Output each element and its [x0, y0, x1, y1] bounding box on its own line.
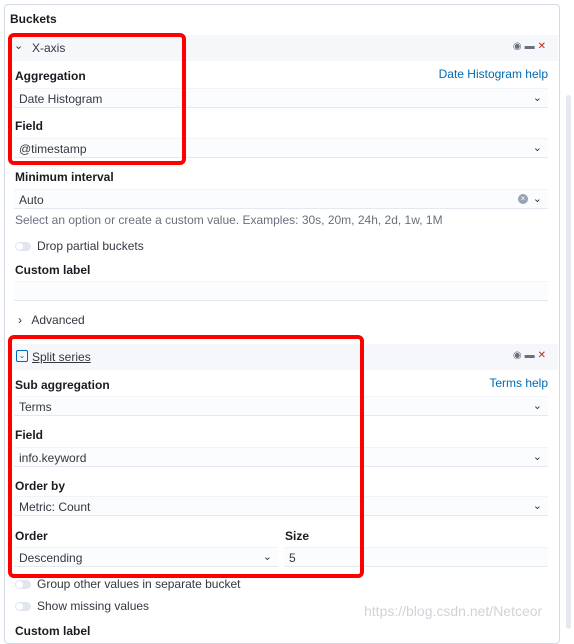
- split-field-label: Field: [15, 428, 44, 442]
- aggregation-value: Date Histogram: [19, 92, 103, 106]
- chevron-down-icon[interactable]: ⌄: [533, 141, 542, 154]
- toggle-switch[interactable]: [15, 601, 31, 611]
- date-histogram-help-link[interactable]: Date Histogram help: [439, 67, 548, 81]
- split-field-value: info.keyword: [19, 451, 87, 465]
- drop-partial-toggle[interactable]: Drop partial buckets: [15, 239, 144, 253]
- order-select[interactable]: Descending ⌄: [14, 547, 278, 567]
- size-input[interactable]: 5: [284, 547, 548, 567]
- chevron-down-icon[interactable]: ⌄: [533, 192, 542, 205]
- toggle-switch[interactable]: [15, 579, 31, 589]
- field-select[interactable]: @timestamp ⌄: [14, 138, 548, 158]
- aggregation-label: Aggregation: [15, 69, 86, 83]
- field-value: @timestamp: [19, 142, 87, 156]
- advanced-label: Advanced: [31, 313, 85, 327]
- drag-handle-icon[interactable]: ▬: [525, 350, 535, 362]
- chevron-down-icon[interactable]: ⌄: [16, 350, 28, 362]
- split-custom-label-label: Custom label: [15, 624, 91, 638]
- size-value[interactable]: 5: [289, 551, 296, 565]
- clear-icon[interactable]: ×: [518, 194, 528, 204]
- minimum-interval-select[interactable]: Auto × ⌄: [14, 189, 548, 209]
- split-series-title[interactable]: Split series: [32, 350, 91, 364]
- minimum-interval-label: Minimum interval: [15, 170, 114, 184]
- order-by-select[interactable]: Metric: Count ⌄: [14, 496, 548, 516]
- order-label: Order: [15, 529, 48, 543]
- close-icon[interactable]: ✕: [538, 350, 546, 362]
- group-other-toggle[interactable]: Group other values in separate bucket: [15, 577, 240, 591]
- interval-hint: Select an option or create a custom valu…: [15, 213, 443, 227]
- order-value: Descending: [19, 551, 83, 565]
- xaxis-title[interactable]: X-axis: [32, 41, 65, 55]
- split-series-header[interactable]: ⌄ Split series ◉ ▬ ✕: [8, 344, 558, 370]
- chevron-down-icon[interactable]: ⌄: [14, 39, 23, 52]
- terms-help-link[interactable]: Terms help: [489, 376, 548, 390]
- sub-aggregation-label: Sub aggregation: [15, 378, 110, 392]
- order-by-value: Metric: Count: [19, 500, 91, 514]
- split-field-select[interactable]: info.keyword ⌄: [14, 447, 548, 467]
- watermark-text: https://blog.csdn.net/Netceor: [364, 603, 543, 619]
- toggle-switch[interactable]: [15, 241, 31, 251]
- chevron-right-icon: ›: [18, 313, 22, 327]
- xaxis-header[interactable]: ⌄ X-axis ◉ ▬ ✕: [8, 35, 558, 61]
- interval-value: Auto: [19, 193, 44, 207]
- chevron-down-icon[interactable]: ⌄: [533, 450, 542, 463]
- custom-label-label: Custom label: [15, 263, 91, 277]
- size-label: Size: [285, 529, 310, 543]
- show-missing-toggle[interactable]: Show missing values: [15, 599, 149, 613]
- scrollbar[interactable]: [566, 95, 571, 629]
- drop-partial-label: Drop partial buckets: [37, 239, 144, 253]
- eye-icon[interactable]: ◉: [513, 41, 522, 53]
- xaxis-actions: ◉ ▬ ✕: [513, 41, 546, 53]
- show-missing-label: Show missing values: [37, 599, 150, 613]
- custom-label-input[interactable]: [14, 281, 548, 301]
- section-title: Buckets: [10, 12, 57, 26]
- sub-aggregation-value: Terms: [19, 400, 52, 414]
- chevron-down-icon[interactable]: ⌄: [263, 550, 272, 563]
- split-actions: ◉ ▬ ✕: [513, 350, 546, 362]
- close-icon[interactable]: ✕: [538, 41, 546, 53]
- drag-handle-icon[interactable]: ▬: [525, 41, 535, 53]
- eye-icon[interactable]: ◉: [513, 350, 522, 362]
- order-by-label: Order by: [15, 479, 66, 493]
- field-label: Field: [15, 119, 44, 133]
- chevron-down-icon[interactable]: ⌄: [533, 399, 542, 412]
- chevron-down-icon[interactable]: ⌄: [533, 91, 542, 104]
- sub-aggregation-select[interactable]: Terms ⌄: [14, 396, 548, 416]
- aggregation-select[interactable]: Date Histogram ⌄: [14, 88, 548, 108]
- group-other-label: Group other values in separate bucket: [37, 577, 241, 591]
- advanced-toggle[interactable]: › Advanced: [18, 313, 85, 327]
- chevron-down-icon[interactable]: ⌄: [533, 499, 542, 512]
